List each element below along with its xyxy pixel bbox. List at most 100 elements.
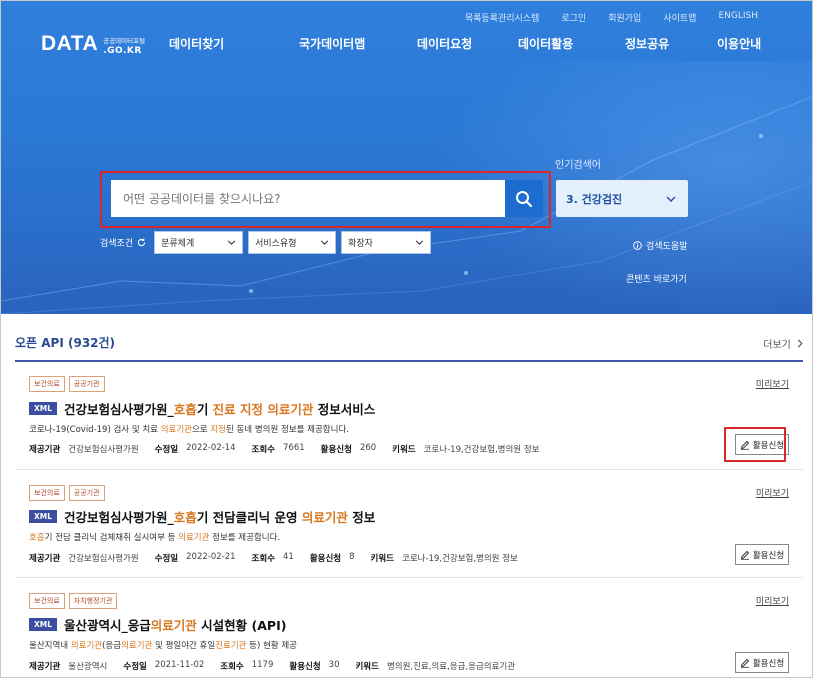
card-title[interactable]: XML 건강보험심사평가원_호흡기 진료 지정 의료기관 정보서비스 [29, 399, 375, 418]
search-input[interactable] [111, 180, 505, 217]
content-shortcut-link[interactable]: 콘텐츠 바로가기 [626, 272, 687, 285]
filter-label-wrap: 검색조건 [100, 236, 146, 249]
search-help-link[interactable]: 검색도움말 [633, 239, 687, 252]
search-icon [516, 190, 533, 207]
filter-extension-select[interactable]: 확장자 [341, 231, 432, 254]
filter-label: 검색조건 [100, 239, 134, 249]
top-nav-english[interactable]: ENGLISH [718, 11, 758, 24]
preview-link[interactable]: 미리보기 [756, 594, 789, 607]
search-help-label: 검색도움말 [646, 242, 688, 252]
api-card: 보건의료 공공기관 미리보기 XML 건강보험심사평가원_호흡기 전담클리닉 운… [15, 471, 803, 578]
main-nav: 데이터찾기 국가데이터맵 데이터요청 데이터활용 정보공유 이용안내 [169, 35, 772, 52]
text-segment: 기 전담클리닉 운영 [196, 510, 302, 525]
card-title-text: 건강보험심사평가원_호흡기 전담클리닉 운영 의료기관 정보 [64, 507, 375, 526]
meta-value: 2022-02-14 [186, 443, 236, 453]
filter-extension-value: 확장자 [348, 239, 373, 249]
chevron-down-icon [666, 196, 676, 202]
popular-search-label: 인기검색어 [555, 160, 601, 171]
nav-info-share[interactable]: 정보공유 [600, 35, 692, 52]
card-tags: 보건의료 자치행정기관 [29, 593, 118, 609]
apply-button[interactable]: 활용신청 [735, 652, 789, 673]
highlight-text: 호흡 [173, 402, 197, 417]
meta-key: 활용신청 [289, 662, 321, 672]
apply-label: 활용신청 [752, 658, 785, 669]
top-nav-sitemap[interactable]: 사이트맵 [663, 11, 696, 24]
highlight-text: 의료기관 [121, 641, 153, 651]
preview-link[interactable]: 미리보기 [756, 486, 789, 499]
highlight-text: 진료 지정 의료기관 [212, 402, 314, 417]
apply-highlight-outline [724, 427, 786, 462]
refresh-icon[interactable] [137, 238, 146, 247]
search-filters: 검색조건 분류체계 서비스유형 확장자 [100, 231, 436, 254]
highlight-text: 호흡 [29, 533, 45, 543]
text-segment: 정보를 제공합니다. [209, 533, 281, 543]
nav-national-data-map[interactable]: 국가데이터맵 [282, 35, 395, 52]
open-api-section-header: 오픈 API (932건) 더보기 [15, 334, 803, 362]
tag-org-type[interactable]: 자치행정기관 [68, 593, 118, 609]
chevron-down-icon [320, 240, 329, 245]
apply-button[interactable]: 활용신청 [735, 544, 789, 565]
top-nav-login[interactable]: 로그인 [561, 11, 586, 24]
top-utility-nav: 목록등록관리시스템 로그인 회원가입 사이트맵 ENGLISH [465, 11, 758, 24]
meta-value: 건강보험심사평가원 [68, 445, 139, 455]
chevron-down-icon [227, 240, 236, 245]
nav-data-use[interactable]: 데이터활용 [498, 35, 600, 52]
format-badge: XML [29, 618, 58, 631]
nav-usage-guide[interactable]: 이용안내 [692, 35, 772, 52]
top-nav-signup[interactable]: 회원가입 [608, 11, 641, 24]
preview-link[interactable]: 미리보기 [756, 377, 789, 390]
tag-org-type[interactable]: 공공기관 [68, 376, 105, 392]
meta-key: 조회수 [220, 662, 244, 672]
more-link[interactable]: 더보기 [763, 336, 803, 351]
meta-key: 키워드 [392, 445, 416, 455]
site-logo[interactable]: DATA 공공데이터포털 .GO.KR [41, 32, 145, 56]
tag-category[interactable]: 보건의료 [29, 376, 65, 392]
search-button[interactable] [505, 180, 543, 217]
text-segment: 코로나-19(Covid-19) 검사 및 치료 [29, 425, 161, 435]
highlight-text: 의료기관 [160, 425, 192, 435]
card-description: 울산지역내 의료기관(응급의료기관 및 평일야간 휴일진료기관 등) 현황 제공 [29, 639, 297, 651]
hero-banner: 목록등록관리시스템 로그인 회원가입 사이트맵 ENGLISH DATA 공공데… [1, 1, 812, 314]
text-segment: 기 [196, 402, 213, 417]
popular-search-dropdown[interactable]: 3. 건강검진 [556, 180, 688, 217]
text-segment: 된 동네 병의원 정보를 제공합니다. [225, 425, 349, 435]
text-segment: 건강보험심사평가원_ [64, 510, 174, 525]
card-meta: 제공기관 건강보험심사평가원 수정일 2022-02-21 조회수 41 활용신청 8 키워드 코… [29, 552, 534, 564]
meta-value: 건강보험심사평가원 [68, 554, 139, 564]
tag-category[interactable]: 보건의료 [29, 485, 65, 501]
card-title-text: 울산광역시_응급의료기관 시설현황 (API) [64, 615, 286, 634]
logo-main: DATA [41, 32, 99, 55]
pencil-icon [740, 550, 750, 560]
meta-value: 41 [283, 552, 294, 562]
page-frame: 목록등록관리시스템 로그인 회원가입 사이트맵 ENGLISH DATA 공공데… [0, 0, 813, 678]
card-title[interactable]: XML 울산광역시_응급의료기관 시설현황 (API) [29, 615, 286, 634]
pencil-icon [740, 658, 750, 668]
text-segment: 정보 [347, 510, 376, 525]
tag-category[interactable]: 보건의료 [29, 593, 65, 609]
text-segment: 으로 [191, 425, 211, 435]
meta-value: 7661 [283, 443, 305, 453]
meta-key: 제공기관 [29, 662, 61, 672]
meta-value: 2021-11-02 [154, 660, 205, 670]
card-description: 호흡기 전담 클리닉 검체채취 실시여부 등 의료기관 정보를 제공합니다. [29, 531, 280, 543]
info-icon [633, 241, 642, 250]
meta-key: 수정일 [154, 554, 179, 564]
meta-key: 키워드 [355, 662, 379, 672]
highlight-text: 호흡 [173, 510, 197, 525]
apply-label: 활용신청 [752, 550, 785, 561]
card-title[interactable]: XML 건강보험심사평가원_호흡기 전담클리닉 운영 의료기관 정보 [29, 507, 375, 526]
card-tags: 보건의료 공공기관 [29, 485, 105, 501]
api-card: 보건의료 공공기관 미리보기 XML 건강보험심사평가원_호흡기 진료 지정 의… [15, 363, 803, 470]
highlight-text: 의료기관 [178, 533, 210, 543]
nav-data-request[interactable]: 데이터요청 [395, 35, 498, 52]
logo-sub-domain: .GO.KR [103, 46, 142, 56]
meta-value: 병의원,진료,의료,응급,응급의료기관 [386, 662, 516, 672]
filter-service-type-select[interactable]: 서비스유형 [248, 231, 337, 254]
meta-key: 키워드 [370, 554, 395, 564]
highlight-text: 의료기관 [70, 641, 103, 651]
nav-find-data[interactable]: 데이터찾기 [169, 35, 282, 52]
top-nav-registry[interactable]: 목록등록관리시스템 [465, 11, 540, 24]
tag-org-type[interactable]: 공공기관 [68, 485, 105, 501]
meta-value: 260 [359, 443, 377, 453]
filter-category-select[interactable]: 분류체계 [154, 231, 244, 254]
